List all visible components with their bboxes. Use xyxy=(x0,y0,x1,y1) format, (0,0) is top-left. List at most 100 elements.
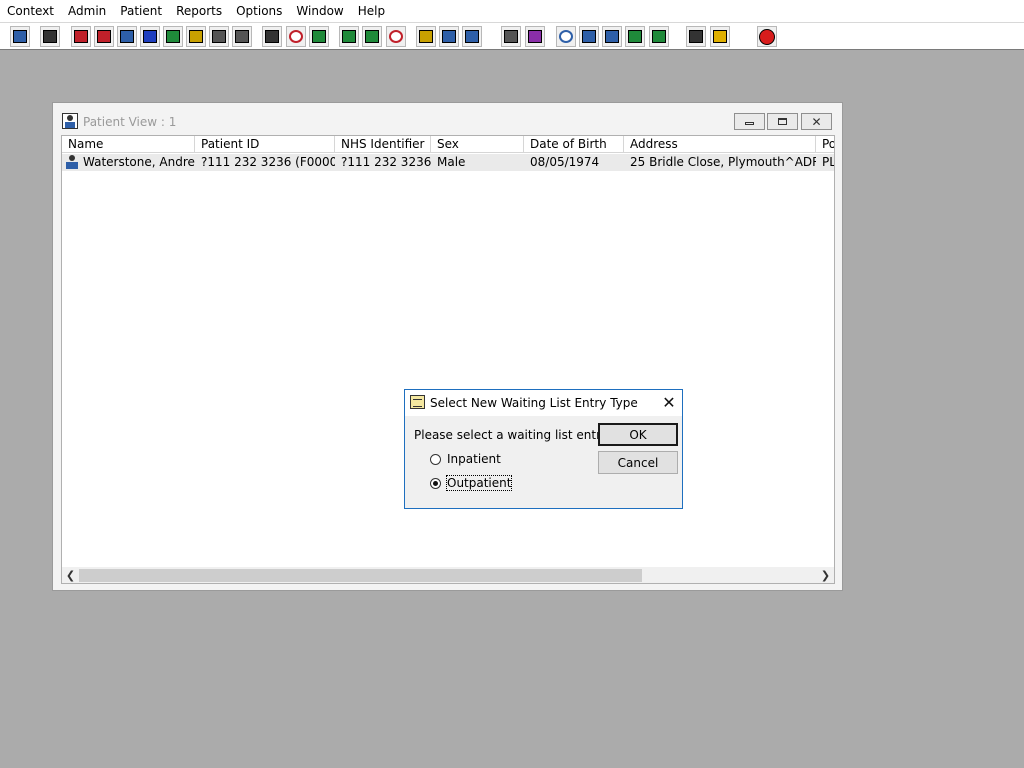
bed-icon xyxy=(442,30,456,43)
printer-button[interactable] xyxy=(40,26,60,47)
patient-list: Name Patient ID NHS Identifier Sex Date … xyxy=(61,135,835,584)
m-letter-button[interactable] xyxy=(140,26,160,47)
referral-hand-button[interactable] xyxy=(209,26,229,47)
table-row[interactable]: Waterstone, Andrew ?111 232 3236 (F00003… xyxy=(62,154,835,171)
referral-hand-icon xyxy=(212,30,226,43)
cell-nhs-identifier: ?111 232 3236 xyxy=(341,155,431,169)
pencil-book-button[interactable] xyxy=(94,26,114,47)
pencil-book-icon xyxy=(97,30,111,43)
patient-view-window: Patient View : 1 ✕ Name Patient ID NHS I… xyxy=(52,102,843,591)
globe-icon xyxy=(559,30,573,43)
column-header-patient-id[interactable]: Patient ID xyxy=(195,136,335,153)
menu-context[interactable]: Context xyxy=(0,0,61,22)
menu-window[interactable]: Window xyxy=(289,0,350,22)
cell-postcode: PL xyxy=(822,155,835,169)
red-book-button[interactable] xyxy=(71,26,91,47)
note-icon xyxy=(410,395,425,409)
menu-options[interactable]: Options xyxy=(229,0,289,22)
inbox-arrow-button[interactable] xyxy=(602,26,622,47)
blank-document-icon xyxy=(504,30,518,43)
exit-button[interactable] xyxy=(757,26,777,47)
radio-inpatient[interactable]: Inpatient xyxy=(430,451,501,467)
cancel-button[interactable]: Cancel xyxy=(598,451,678,474)
radio-outpatient[interactable]: Outpatient xyxy=(430,475,513,491)
monitor-button[interactable] xyxy=(309,26,329,47)
globe-button[interactable] xyxy=(556,26,576,47)
inbox-icon xyxy=(582,30,596,43)
menu-help[interactable]: Help xyxy=(351,0,392,22)
bed-button[interactable] xyxy=(439,26,459,47)
scroll-right-icon[interactable]: ❯ xyxy=(817,567,834,583)
notepad-button[interactable] xyxy=(117,26,137,47)
close-icon: ✕ xyxy=(811,114,822,129)
patient-user-icon xyxy=(13,30,27,43)
radio-outpatient-label[interactable]: Outpatient xyxy=(445,475,513,491)
inbox-green-icon xyxy=(628,30,642,43)
close-button[interactable]: ✕ xyxy=(801,113,832,130)
clipboard-icon xyxy=(189,30,203,43)
transfer-button[interactable] xyxy=(232,26,252,47)
search-document-icon xyxy=(265,30,279,43)
horizontal-scrollbar[interactable]: ❮ ❯ xyxy=(62,567,834,583)
patient-view-titlebar[interactable]: Patient View : 1 ✕ xyxy=(53,103,842,135)
inbox-arrow-icon xyxy=(605,30,619,43)
doctor-button[interactable] xyxy=(163,26,183,47)
inbox-button[interactable] xyxy=(579,26,599,47)
bar-chart-icon xyxy=(528,30,542,43)
note-button[interactable] xyxy=(416,26,436,47)
cell-name: Waterstone, Andrew xyxy=(83,155,195,169)
dialog-title: Select New Waiting List Entry Type xyxy=(430,396,638,410)
swap-arrows-button[interactable] xyxy=(686,26,706,47)
dialog-titlebar[interactable]: Select New Waiting List Entry Type ✕ xyxy=(405,390,682,416)
blank-document-button[interactable] xyxy=(501,26,521,47)
compass-button[interactable] xyxy=(386,26,406,47)
clock-button[interactable] xyxy=(286,26,306,47)
patient-user-button[interactable] xyxy=(10,26,30,47)
inbox-swap-button[interactable] xyxy=(649,26,669,47)
cell-sex: Male xyxy=(437,155,466,169)
menu-admin[interactable]: Admin xyxy=(61,0,113,22)
maximize-icon xyxy=(778,118,787,125)
maximize-button[interactable] xyxy=(767,113,798,130)
ambulance-button[interactable] xyxy=(462,26,482,47)
column-header-postcode[interactable]: Po xyxy=(816,136,834,153)
m-letter-icon xyxy=(143,30,157,43)
column-header-sex[interactable]: Sex xyxy=(431,136,524,153)
dialog-close-icon[interactable]: ✕ xyxy=(658,392,680,414)
minimize-button[interactable] xyxy=(734,113,765,130)
search-document-button[interactable] xyxy=(262,26,282,47)
warning-icon xyxy=(713,30,727,43)
doctor-icon xyxy=(166,30,180,43)
minimize-icon xyxy=(745,122,754,125)
waiting-list-type-dialog: Select New Waiting List Entry Type ✕ Ple… xyxy=(404,389,683,509)
note-icon xyxy=(419,30,433,43)
inbox-green-button[interactable] xyxy=(625,26,645,47)
card-pencil-button[interactable] xyxy=(362,26,382,47)
toolbar xyxy=(0,22,1024,50)
inbox-swap-icon xyxy=(652,30,666,43)
monitor-icon xyxy=(312,30,326,43)
column-header-nhs-identifier[interactable]: NHS Identifier xyxy=(335,136,431,153)
swap-arrows-icon xyxy=(689,30,703,43)
column-header-address[interactable]: Address xyxy=(624,136,816,153)
compass-icon xyxy=(389,30,403,43)
radio-outpatient-circle[interactable] xyxy=(430,477,441,489)
column-header-name[interactable]: Name xyxy=(62,136,195,153)
radio-inpatient-label[interactable]: Inpatient xyxy=(447,452,501,466)
id-card-button[interactable] xyxy=(339,26,359,47)
warning-button[interactable] xyxy=(710,26,730,47)
scroll-thumb[interactable] xyxy=(79,569,642,582)
notepad-icon xyxy=(120,30,134,43)
scroll-left-icon[interactable]: ❮ xyxy=(62,567,79,583)
radio-inpatient-circle[interactable] xyxy=(430,453,441,465)
cell-patient-id: ?111 232 3236 (F000039) xyxy=(201,155,335,169)
bar-chart-button[interactable] xyxy=(525,26,545,47)
menu-bar: Context Admin Patient Reports Options Wi… xyxy=(0,0,1024,22)
column-header-date-of-birth[interactable]: Date of Birth xyxy=(524,136,624,153)
clipboard-button[interactable] xyxy=(186,26,206,47)
menu-reports[interactable]: Reports xyxy=(169,0,229,22)
ok-button[interactable]: OK xyxy=(598,423,678,446)
window-title: Patient View : 1 xyxy=(83,115,177,129)
printer-icon xyxy=(43,30,57,43)
menu-patient[interactable]: Patient xyxy=(113,0,169,22)
